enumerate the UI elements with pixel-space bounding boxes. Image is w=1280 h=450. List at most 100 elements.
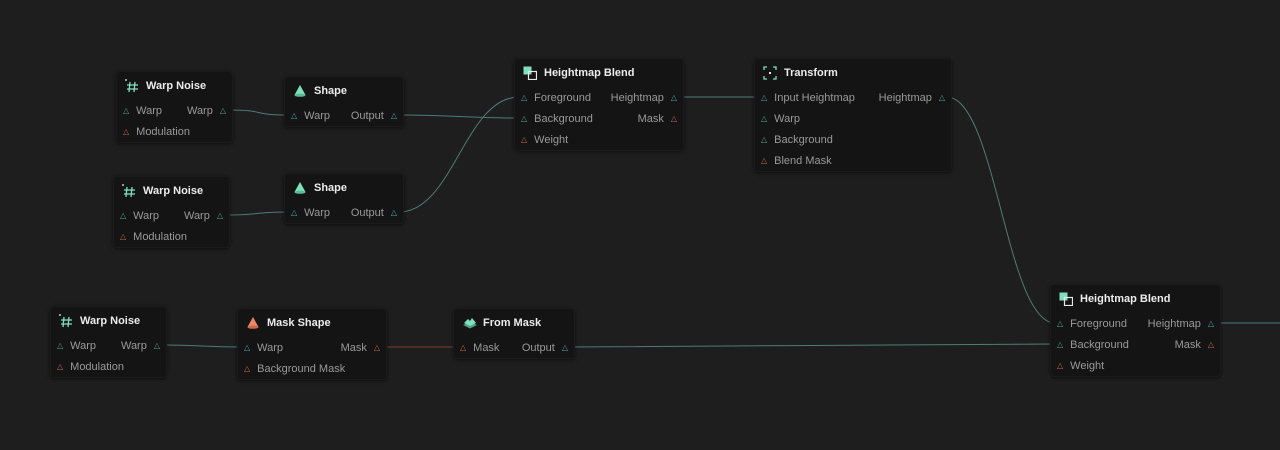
- input-port-warp[interactable]: △ Warp: [123, 104, 162, 118]
- node-warp-noise[interactable]: Warp Noise △ Warp △ Modulation Warp △: [116, 71, 233, 143]
- node-header[interactable]: Heightmap Blend: [523, 59, 634, 87]
- port-connector-icon[interactable]: △: [521, 115, 527, 123]
- output-port-output[interactable]: Output △: [351, 109, 397, 123]
- port-label: Heightmap: [878, 92, 932, 104]
- input-port-mask[interactable]: △ Mask: [460, 341, 499, 355]
- input-port-warp[interactable]: △ Warp: [120, 209, 159, 223]
- node-header[interactable]: From Mask: [462, 309, 541, 337]
- connection-wire[interactable]: [398, 114, 520, 119]
- connection-wire[interactable]: [569, 343, 1056, 348]
- port-connector-icon[interactable]: △: [761, 157, 767, 165]
- port-connector-icon[interactable]: △: [120, 233, 126, 241]
- port-connector-icon[interactable]: △: [57, 342, 63, 350]
- input-port-warp[interactable]: △ Warp: [57, 339, 96, 353]
- node-header[interactable]: Heightmap Blend: [1059, 285, 1170, 313]
- port-label: Mask: [637, 113, 664, 125]
- port-connector-icon[interactable]: △: [761, 94, 767, 102]
- port-connector-icon[interactable]: △: [57, 363, 63, 371]
- node-warp-noise[interactable]: Warp Noise △ Warp △ Modulation Warp △: [113, 176, 230, 248]
- input-port-background[interactable]: △ Background: [1057, 338, 1129, 352]
- output-port-heightmap[interactable]: Heightmap △: [879, 91, 945, 105]
- port-connector-icon[interactable]: △: [939, 94, 945, 102]
- input-port-foreground[interactable]: △ Foreground: [1057, 317, 1127, 331]
- input-port-warp[interactable]: △ Warp: [291, 206, 330, 220]
- port-connector-icon[interactable]: △: [391, 209, 397, 217]
- output-port-warp[interactable]: Warp △: [187, 104, 226, 118]
- port-connector-icon[interactable]: △: [460, 344, 466, 352]
- connection-wire[interactable]: [161, 344, 243, 348]
- output-port-output[interactable]: Output △: [351, 206, 397, 220]
- node-shape[interactable]: Shape △ Warp Output △: [284, 173, 404, 224]
- node-heightmap-blend[interactable]: Heightmap Blend △ Foreground △ Background △ We…: [514, 58, 684, 151]
- node-header[interactable]: Shape: [293, 77, 347, 105]
- port-connector-icon[interactable]: △: [217, 212, 223, 220]
- input-port-foreground[interactable]: △ Foreground: [521, 91, 591, 105]
- input-port-input-heightmap[interactable]: △ Input Heightmap: [761, 91, 855, 105]
- output-port-mask[interactable]: Mask △: [1175, 338, 1214, 352]
- input-port-warp[interactable]: △ Warp: [761, 112, 800, 126]
- connection-wire[interactable]: [227, 109, 290, 116]
- node-header[interactable]: Transform: [763, 59, 838, 87]
- port-connector-icon[interactable]: △: [761, 136, 767, 144]
- node-from-mask[interactable]: From Mask △ Mask Output △: [453, 308, 575, 359]
- input-port-background[interactable]: △ Background: [761, 133, 833, 147]
- node-header[interactable]: Warp Noise: [125, 72, 206, 100]
- port-connector-icon[interactable]: △: [123, 128, 129, 136]
- port-label: Mask: [1174, 339, 1201, 351]
- port-connector-icon[interactable]: △: [671, 115, 677, 123]
- input-port-blend-mask[interactable]: △ Blend Mask: [761, 154, 832, 168]
- port-connector-icon[interactable]: △: [291, 209, 297, 217]
- output-port-mask[interactable]: Mask △: [638, 112, 677, 126]
- port-connector-icon[interactable]: △: [1057, 362, 1063, 370]
- input-port-modulation[interactable]: △ Modulation: [57, 360, 124, 374]
- connection-wire[interactable]: [398, 96, 520, 213]
- input-port-warp[interactable]: △ Warp: [244, 341, 283, 355]
- output-port-heightmap[interactable]: Heightmap △: [611, 91, 677, 105]
- output-port-output[interactable]: Output △: [522, 341, 568, 355]
- node-shape[interactable]: Shape △ Warp Output △: [284, 76, 404, 127]
- port-connector-icon[interactable]: △: [1208, 341, 1214, 349]
- port-connector-icon[interactable]: △: [391, 112, 397, 120]
- port-connector-icon[interactable]: △: [120, 212, 126, 220]
- input-port-background[interactable]: △ Background: [521, 112, 593, 126]
- node-header[interactable]: Shape: [293, 174, 347, 202]
- port-connector-icon[interactable]: △: [154, 342, 160, 350]
- node-title: Transform: [784, 67, 838, 79]
- output-port-warp[interactable]: Warp △: [121, 339, 160, 353]
- input-port-warp[interactable]: △ Warp: [291, 109, 330, 123]
- port-connector-icon[interactable]: △: [562, 344, 568, 352]
- input-port-modulation[interactable]: △ Modulation: [123, 125, 190, 139]
- node-warp-noise[interactable]: Warp Noise △ Warp △ Modulation Warp △: [50, 306, 167, 378]
- input-port-weight[interactable]: △ Weight: [1057, 359, 1104, 373]
- port-connector-icon[interactable]: △: [1208, 320, 1214, 328]
- port-label: Warp: [186, 105, 213, 117]
- port-connector-icon[interactable]: △: [374, 344, 380, 352]
- port-connector-icon[interactable]: △: [1057, 341, 1063, 349]
- node-heightmap-blend[interactable]: Heightmap Blend △ Foreground △ Background △ We…: [1050, 284, 1221, 377]
- port-connector-icon[interactable]: △: [761, 115, 767, 123]
- port-connector-icon[interactable]: △: [244, 365, 250, 373]
- input-port-modulation[interactable]: △ Modulation: [120, 230, 187, 244]
- input-port-weight[interactable]: △ Weight: [521, 133, 568, 147]
- node-header[interactable]: Warp Noise: [122, 177, 203, 205]
- port-connector-icon[interactable]: △: [220, 107, 226, 115]
- port-connector-icon[interactable]: △: [521, 94, 527, 102]
- node-header[interactable]: Mask Shape: [246, 309, 331, 337]
- input-port-background-mask[interactable]: △ Background Mask: [244, 362, 345, 376]
- port-connector-icon[interactable]: △: [671, 94, 677, 102]
- node-header[interactable]: Warp Noise: [59, 307, 140, 335]
- connection-wire[interactable]: [946, 96, 1056, 324]
- output-port-mask[interactable]: Mask △: [341, 341, 380, 355]
- port-connector-icon[interactable]: △: [244, 344, 250, 352]
- shape-icon: [293, 84, 307, 98]
- output-port-heightmap[interactable]: Heightmap △: [1148, 317, 1214, 331]
- port-connector-icon[interactable]: △: [291, 112, 297, 120]
- port-connector-icon[interactable]: △: [123, 107, 129, 115]
- port-connector-icon[interactable]: △: [1057, 320, 1063, 328]
- node-title: Warp Noise: [146, 80, 207, 92]
- connection-wire[interactable]: [224, 211, 290, 216]
- node-transform[interactable]: Transform △ Input Heightmap △ Warp △ Backgroun…: [754, 58, 952, 172]
- output-port-warp[interactable]: Warp △: [184, 209, 223, 223]
- node-mask-shape[interactable]: Mask Shape △ Warp △ Background Mask Mask △: [237, 308, 387, 380]
- port-connector-icon[interactable]: △: [521, 136, 527, 144]
